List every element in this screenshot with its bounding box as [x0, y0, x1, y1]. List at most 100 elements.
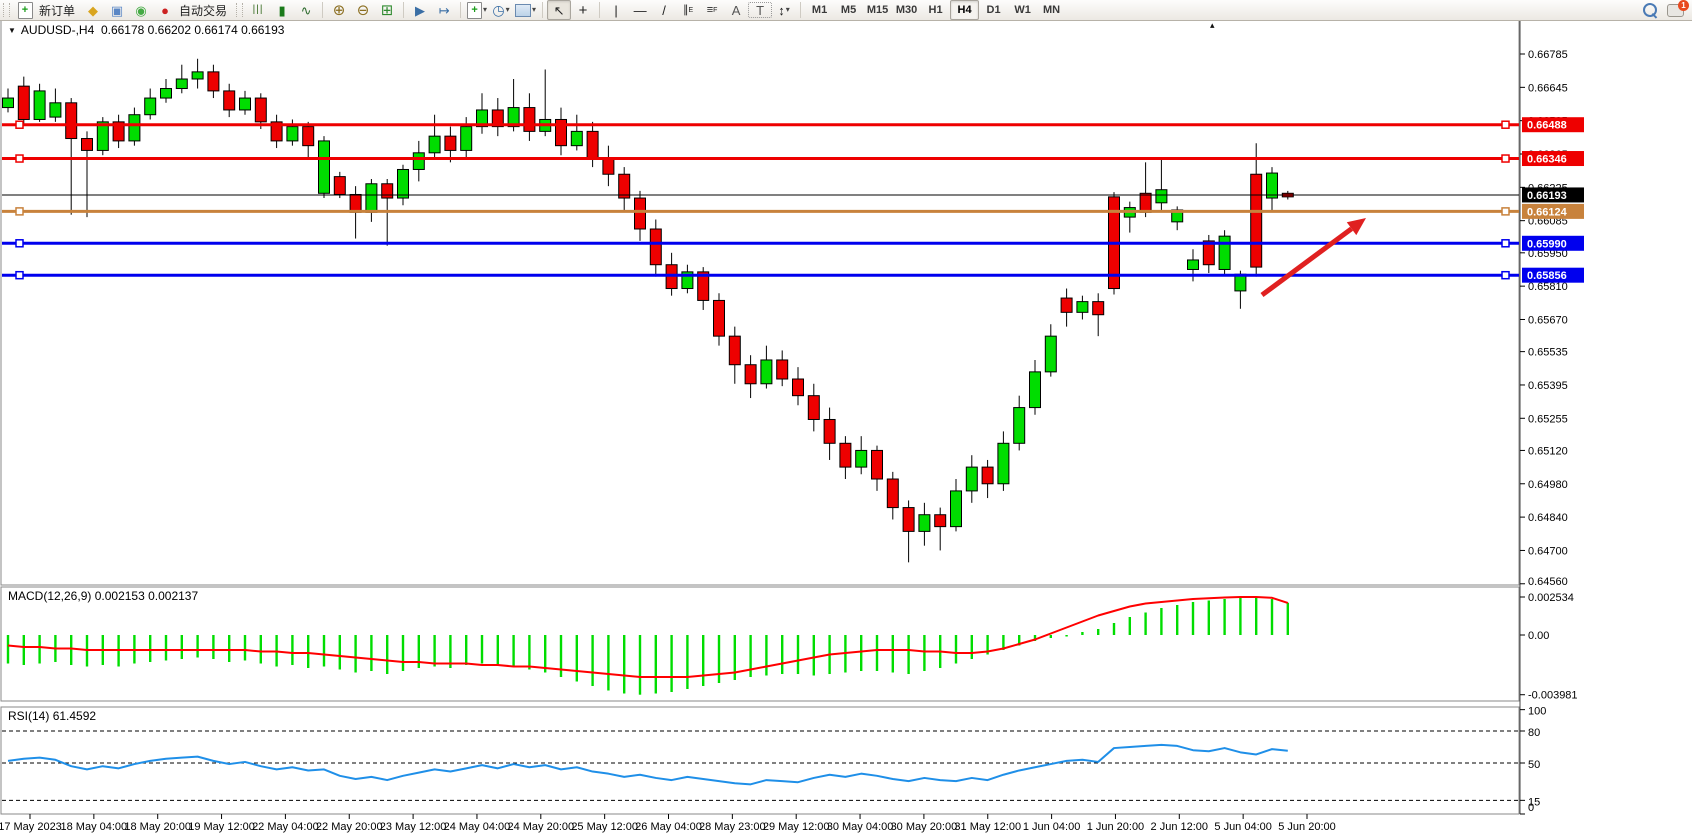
candle-down — [1251, 174, 1262, 267]
tile-windows-icon[interactable]: ⊞ — [375, 0, 399, 20]
toolbar-grip[interactable] — [3, 3, 10, 17]
add-indicator-icon: + — [467, 2, 482, 19]
y-axis-tick-label: 0.66645 — [1528, 82, 1568, 94]
vertical-line-tool[interactable]: | — [604, 0, 628, 20]
timeframe-button-H4[interactable]: H4 — [950, 0, 979, 20]
new-order-button[interactable]: + — [13, 0, 37, 20]
candle-down — [650, 229, 661, 265]
terminal-icon[interactable]: ▣ — [105, 0, 129, 20]
macd-axis-label: 0.00 — [1528, 630, 1549, 642]
zoom-in-icon[interactable]: ⊕ — [327, 0, 351, 20]
macd-values: 0.002153 0.002137 — [95, 589, 198, 603]
hline-handle[interactable] — [1502, 240, 1509, 247]
candle-down — [903, 508, 914, 532]
candle-down — [1140, 193, 1151, 212]
x-axis-label: 19 May 12:00 — [188, 821, 255, 833]
candlestick-mode-icon[interactable]: ▮ — [270, 0, 294, 20]
template-chart-icon — [515, 4, 531, 17]
timeframe-toolbar: M1M5M15M30H1H4D1W1MN — [805, 0, 1066, 20]
timeframe-button-M5[interactable]: M5 — [834, 0, 863, 20]
text-tool[interactable]: A — [724, 0, 748, 20]
candle-down — [745, 365, 756, 384]
new-order-label[interactable]: 新订单 — [39, 2, 75, 19]
chart-title-collapse-icon[interactable]: ▼ — [8, 26, 16, 35]
candle-down — [777, 360, 788, 379]
candle-up — [1156, 190, 1167, 203]
new-order-icon: + — [18, 2, 33, 19]
candle-up — [429, 136, 440, 153]
timeframe-button-M15[interactable]: M15 — [863, 0, 892, 20]
trendline-tool[interactable]: / — [652, 0, 676, 20]
x-axis-label: 5 Jun 20:00 — [1278, 821, 1336, 833]
candle-up — [1235, 274, 1246, 291]
mt4-window: + 新订单 ◆ ▣ ◉ ● 自动交易 ||| ▮ ∿ ⊕ ⊖ ⊞ ▶ ↦ +▾ … — [0, 0, 1692, 838]
candle-up — [161, 89, 172, 99]
history-center-icon[interactable]: ◆ — [81, 0, 105, 20]
x-axis-label: 31 May 12:00 — [954, 821, 1021, 833]
macd-axis-label: -0.003981 — [1528, 690, 1578, 702]
line-chart-mode-icon[interactable]: ∿ — [294, 0, 318, 20]
candle-down — [824, 419, 835, 443]
hline-handle[interactable] — [16, 155, 23, 162]
hline-handle[interactable] — [1502, 208, 1509, 215]
candle-up — [192, 72, 203, 79]
candle-up — [240, 98, 251, 110]
timeframe-button-MN[interactable]: MN — [1037, 0, 1066, 20]
timeframe-button-H1[interactable]: H1 — [921, 0, 950, 20]
price-tag-label: 0.66193 — [1527, 190, 1567, 202]
timeframe-button-D1[interactable]: D1 — [979, 0, 1008, 20]
autotrade-label[interactable]: 自动交易 — [179, 2, 227, 19]
zoom-out-icon[interactable]: ⊖ — [351, 0, 375, 20]
candle-up — [287, 127, 298, 141]
hline-handle[interactable] — [1502, 272, 1509, 279]
chart-shift-icon[interactable]: ↦ — [432, 0, 456, 20]
fibonacci-tool[interactable]: ≡F — [700, 0, 724, 20]
bar-chart-mode-icon[interactable]: ||| — [246, 0, 270, 20]
price-tag-label: 0.66346 — [1527, 154, 1567, 166]
chart-title: ▼AUDUSD-,H4 0.66178 0.66202 0.66174 0.66… — [8, 23, 284, 37]
candle-up — [1267, 173, 1278, 198]
signals-icon[interactable]: ◉ — [129, 0, 153, 20]
cursor-tool[interactable]: ↖ — [547, 0, 571, 20]
rsi-axis-label: 80 — [1528, 727, 1540, 739]
text-label-tool[interactable]: T — [748, 2, 772, 18]
chart-canvas[interactable]: 0.667850.666450.665050.663650.662250.660… — [0, 0, 1692, 838]
rsi-pane[interactable] — [1, 707, 1519, 814]
timeframe-button-W1[interactable]: W1 — [1008, 0, 1037, 20]
y-axis-tick-label: 0.64700 — [1528, 545, 1568, 557]
hline-handle[interactable] — [16, 272, 23, 279]
candle-down — [524, 108, 535, 132]
timeframe-button-M1[interactable]: M1 — [805, 0, 834, 20]
hline-handle[interactable] — [1502, 155, 1509, 162]
equidistant-channel-tool[interactable]: ∥E — [676, 0, 700, 20]
arrows-tool[interactable]: ↕▾ — [772, 0, 796, 20]
timeframe-button-M30[interactable]: M30 — [892, 0, 921, 20]
autotrade-icon[interactable]: ● — [153, 0, 177, 20]
x-axis-label: 25 May 12:00 — [571, 821, 638, 833]
rsi-axis-label: 0 — [1528, 802, 1534, 814]
add-indicator-button[interactable]: +▾ — [465, 0, 489, 20]
y-axis-tick-label: 0.65120 — [1528, 445, 1568, 457]
periods-button[interactable]: ◷▾ — [489, 0, 513, 20]
hline-handle[interactable] — [16, 208, 23, 215]
toolbar-grip[interactable] — [236, 3, 243, 17]
candle-up — [1030, 372, 1041, 408]
templates-button[interactable]: ▾ — [513, 0, 538, 20]
x-axis-label: 30 May 20:00 — [891, 821, 958, 833]
x-axis-label: 23 May 12:00 — [380, 821, 447, 833]
candle-down — [793, 379, 804, 396]
clock-icon: ◷ — [492, 3, 504, 17]
candle-up — [398, 169, 409, 198]
candle-up — [1188, 260, 1199, 270]
horizontal-line-tool[interactable]: — — [628, 0, 652, 20]
search-icon[interactable] — [1643, 3, 1657, 17]
candle-down — [714, 300, 725, 336]
y-axis-tick-label: 0.64560 — [1528, 576, 1568, 588]
hline-handle[interactable] — [1502, 121, 1509, 128]
hline-handle[interactable] — [16, 121, 23, 128]
rsi-pane-title: RSI(14) 61.4592 — [8, 709, 96, 723]
notifications-icon[interactable]: 1 — [1667, 4, 1684, 17]
crosshair-tool[interactable]: + — [571, 0, 595, 20]
auto-scroll-icon[interactable]: ▶ — [408, 0, 432, 20]
hline-handle[interactable] — [16, 240, 23, 247]
